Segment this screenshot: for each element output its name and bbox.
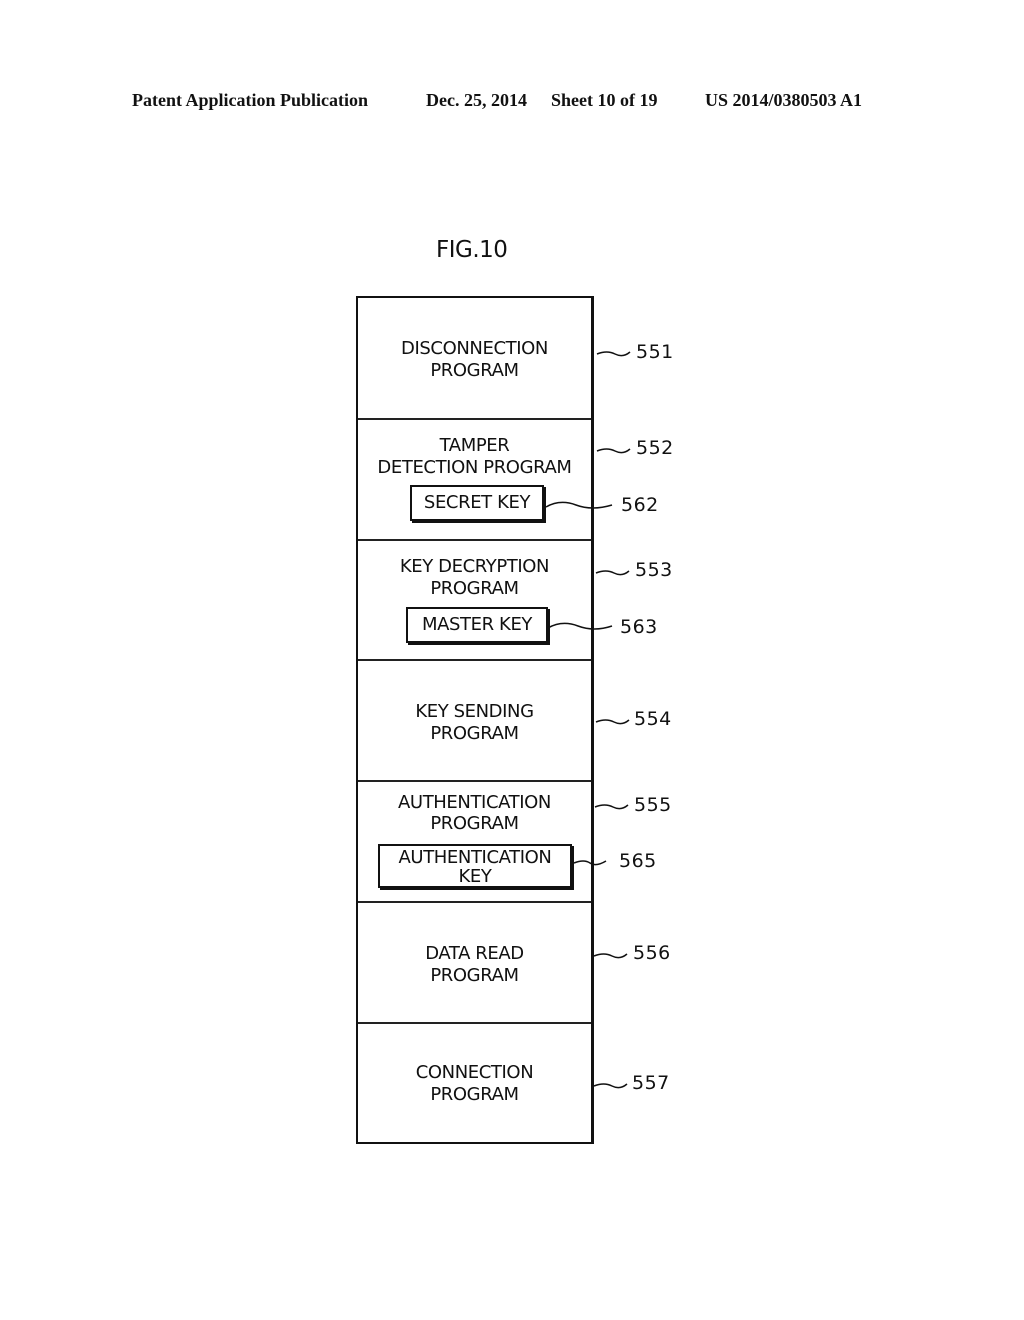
ref-557: 557: [632, 1072, 670, 1094]
leader-552: [596, 448, 631, 454]
leader-lines: [545, 351, 631, 1089]
leader-563: [547, 622, 613, 630]
leader-557: [593, 1083, 628, 1089]
ref-565: 565: [619, 850, 657, 872]
leader-565: [573, 860, 607, 866]
ref-563: 563: [620, 616, 658, 638]
ref-562: 562: [621, 494, 659, 516]
ref-551: 551: [636, 341, 674, 363]
ref-552: 552: [636, 437, 674, 459]
leader-551: [596, 351, 631, 357]
leader-555: [594, 804, 629, 810]
leader-562: [545, 501, 613, 509]
leader-554: [595, 719, 630, 725]
ref-554: 554: [634, 708, 672, 730]
leader-553: [595, 570, 630, 576]
ref-555: 555: [634, 794, 672, 816]
leader-556: [593, 953, 628, 959]
ref-556: 556: [633, 942, 671, 964]
ref-553: 553: [635, 559, 673, 581]
